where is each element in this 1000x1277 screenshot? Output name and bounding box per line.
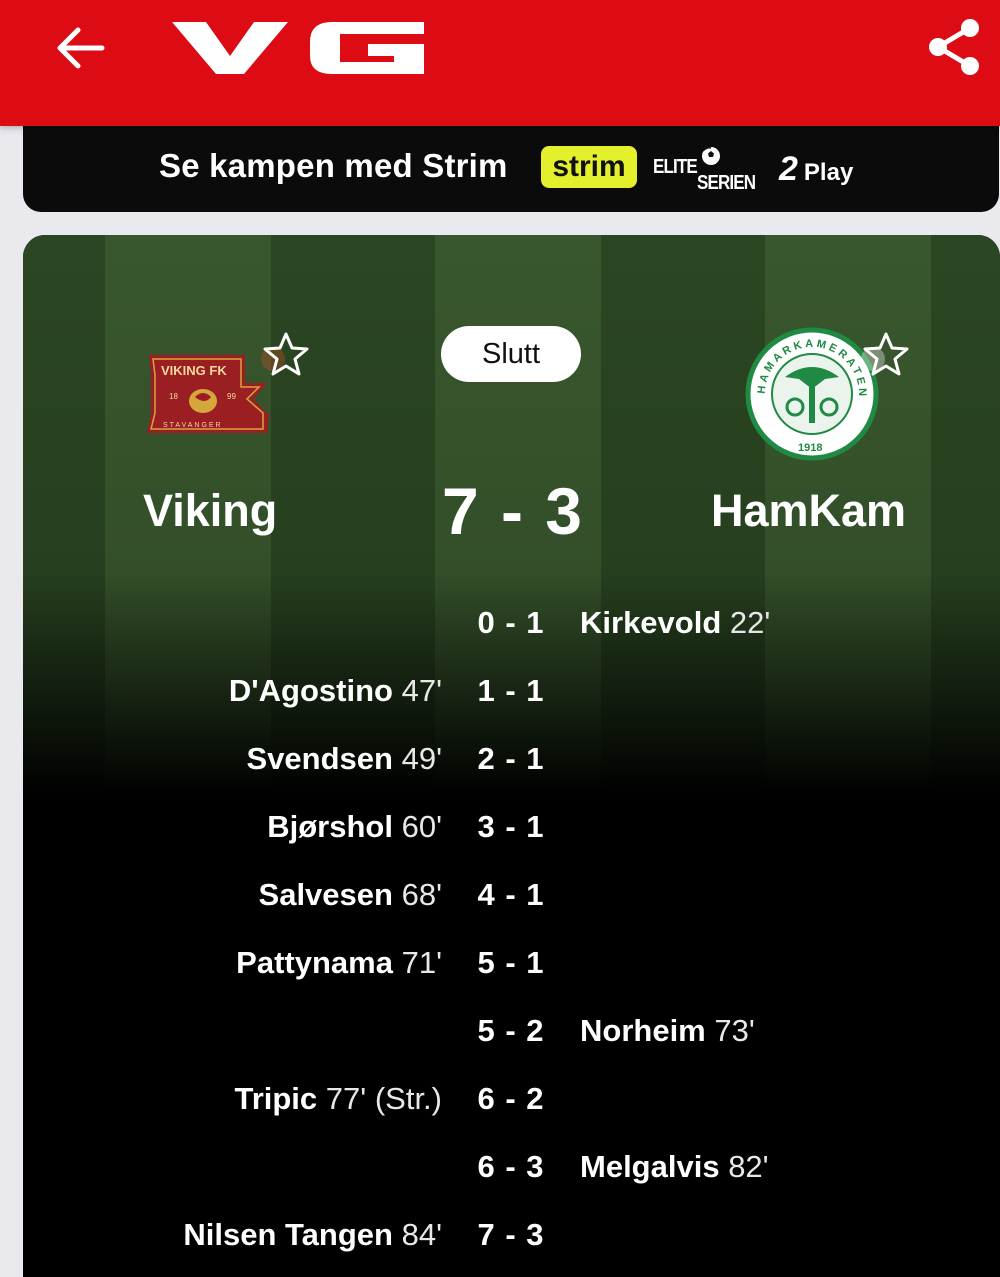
running-score: 2 - 1 <box>477 741 545 776</box>
home-goal-scorer: Svendsen 49' <box>247 729 442 789</box>
strim-logo: strim <box>541 146 637 188</box>
goal-minute: 73' <box>714 1013 755 1048</box>
match-status-badge: Slutt <box>441 326 581 382</box>
home-goal-scorer: Nilsen Tangen 84' <box>183 1205 442 1265</box>
goal-note: (Str.) <box>374 1081 442 1116</box>
scorer-name[interactable]: Kirkevold <box>580 605 721 640</box>
goal-minute: 22' <box>729 605 771 640</box>
back-button[interactable] <box>50 20 110 76</box>
share-button[interactable] <box>924 16 984 78</box>
scorer-name[interactable]: Pattynama <box>236 945 393 980</box>
running-score: 5 - 2 <box>477 1013 545 1048</box>
goal-row: Salvesen 68' 4 - 1 <box>23 865 1000 925</box>
scorer-name[interactable]: Bjørshol <box>267 809 393 844</box>
final-score: 7 - 3 <box>441 474 585 548</box>
goal-row: Nilsen Tangen 84' 7 - 3 <box>23 1205 1000 1265</box>
scorer-name[interactable]: Norheim <box>580 1013 706 1048</box>
viking-crest[interactable]: VIKING FK 18 99 STAVANGER <box>145 353 271 435</box>
svg-text:VIKING FK: VIKING FK <box>161 363 227 378</box>
running-score: 7 - 3 <box>477 1217 545 1252</box>
home-goal-scorer: D'Agostino 47' <box>229 661 442 721</box>
away-team-name[interactable]: HamKam <box>711 485 906 537</box>
home-goal-scorer: Tripic 77' (Str.) <box>234 1069 442 1129</box>
running-score: 0 - 1 <box>477 605 545 640</box>
scorer-name[interactable]: Svendsen <box>247 741 393 776</box>
home-goal-scorer: Pattynama 71' <box>236 933 442 993</box>
arrow-left-icon <box>57 27 105 69</box>
goal-minute: 71' <box>401 945 442 980</box>
favorite-home-button[interactable] <box>261 329 311 379</box>
stream-banner-text: Se kampen med Strim <box>159 147 508 184</box>
vg-logo[interactable] <box>172 18 432 78</box>
tv2-play-logo: 2 Play <box>779 150 854 188</box>
running-score: 3 - 1 <box>477 809 545 844</box>
favorite-away-button[interactable] <box>861 329 911 379</box>
goal-row: Bjørshol 60' 3 - 1 <box>23 797 1000 857</box>
goal-row: Svendsen 49' 2 - 1 <box>23 729 1000 789</box>
hamkam-crest[interactable]: HAMARKAMERATENE 1918 <box>740 318 879 461</box>
football-icon <box>702 147 720 165</box>
away-goal-scorer: Norheim 73' <box>580 1001 755 1061</box>
running-score: 6 - 2 <box>477 1081 545 1116</box>
eliteserien-logo: ELITE SERIEN <box>653 144 757 194</box>
away-goal-scorer: Melgalvis 82' <box>580 1137 769 1197</box>
home-team-name[interactable]: Viking <box>143 485 277 537</box>
away-goal-scorer: Kirkevold 22' <box>580 593 770 653</box>
running-score: 5 - 1 <box>477 945 545 980</box>
goal-minute: 77' <box>325 1081 367 1116</box>
svg-text:1918: 1918 <box>798 442 822 454</box>
home-goal-scorer: Bjørshol 60' <box>267 797 442 857</box>
share-icon <box>929 19 979 75</box>
goal-minute: 84' <box>401 1217 442 1252</box>
scorer-name[interactable]: Salvesen <box>259 877 393 912</box>
scorer-name[interactable]: Tripic <box>234 1081 317 1116</box>
match-card: Slutt VIKING FK 18 99 STAVANGER HAMARKAM… <box>23 235 1000 1277</box>
app-header <box>0 0 1000 126</box>
running-score: 6 - 3 <box>477 1149 545 1184</box>
goal-row: Tripic 77' (Str.) 6 - 2 <box>23 1069 1000 1129</box>
svg-text:99: 99 <box>227 392 236 401</box>
home-goal-scorer: Salvesen 68' <box>259 865 442 925</box>
goal-minute: 49' <box>401 741 442 776</box>
star-outline-icon <box>261 332 309 376</box>
goal-minute: 82' <box>728 1149 769 1184</box>
goal-row: Pattynama 71' 5 - 1 <box>23 933 1000 993</box>
goal-row: Kirkevold 22' 0 - 1 <box>23 593 1000 653</box>
scorer-name[interactable]: Nilsen Tangen <box>183 1217 393 1252</box>
goal-row: D'Agostino 47' 1 - 1 <box>23 661 1000 721</box>
star-outline-icon <box>861 332 909 376</box>
scorer-name[interactable]: Melgalvis <box>580 1149 720 1184</box>
goal-minute: 47' <box>401 673 442 708</box>
svg-text:18: 18 <box>169 392 178 401</box>
match-page: Se kampen med Strim strim ELITE SERIEN 2… <box>0 0 1000 1277</box>
goal-row: Melgalvis 82' 6 - 3 <box>23 1137 1000 1197</box>
running-score: 4 - 1 <box>477 877 545 912</box>
goal-minute: 68' <box>401 877 442 912</box>
scorer-name[interactable]: D'Agostino <box>229 673 393 708</box>
goal-row: Norheim 73' 5 - 2 <box>23 1001 1000 1061</box>
running-score: 1 - 1 <box>477 673 545 708</box>
svg-text:STAVANGER: STAVANGER <box>163 422 223 429</box>
goal-minute: 60' <box>401 809 442 844</box>
